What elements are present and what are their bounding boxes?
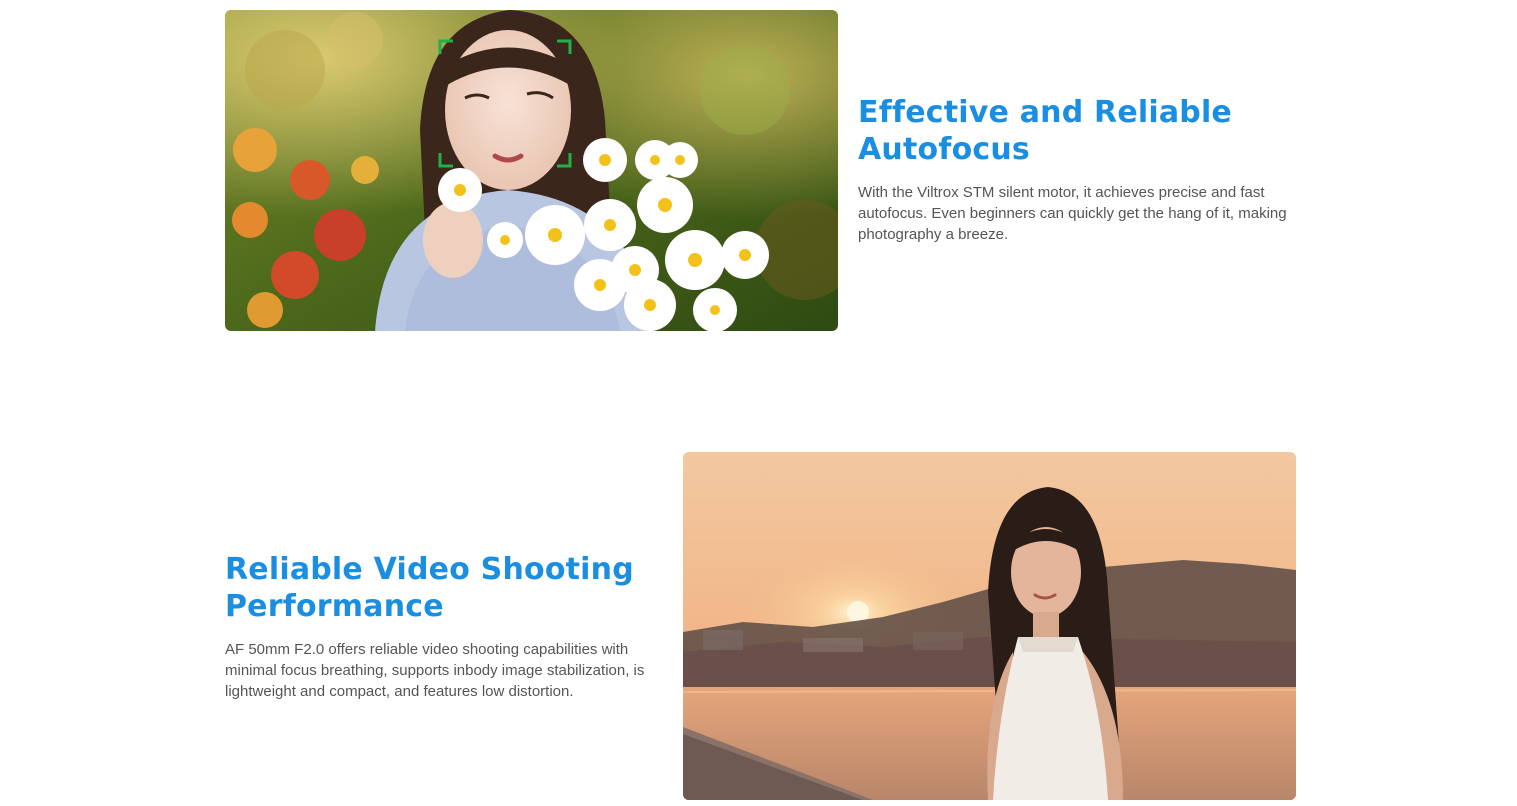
sunset-seaside-portrait-photo bbox=[683, 452, 1296, 800]
video-feature-description: AF 50mm F2.0 offers reliable video shoot… bbox=[225, 641, 645, 700]
video-feature-text: Reliable Video Shooting Performance AF 5… bbox=[225, 551, 655, 702]
video-feature-title: Reliable Video Shooting Performance bbox=[225, 552, 634, 624]
video-feature-image bbox=[683, 452, 1296, 800]
portrait-with-daisies-photo bbox=[225, 10, 838, 331]
autofocus-feature-description: With the Viltrox STM silent motor, it ac… bbox=[858, 184, 1287, 243]
autofocus-feature-text: Effective and Reliable Autofocus With th… bbox=[858, 94, 1298, 245]
autofocus-feature-image bbox=[225, 10, 838, 331]
autofocus-feature-title: Effective and Reliable Autofocus bbox=[858, 95, 1232, 167]
